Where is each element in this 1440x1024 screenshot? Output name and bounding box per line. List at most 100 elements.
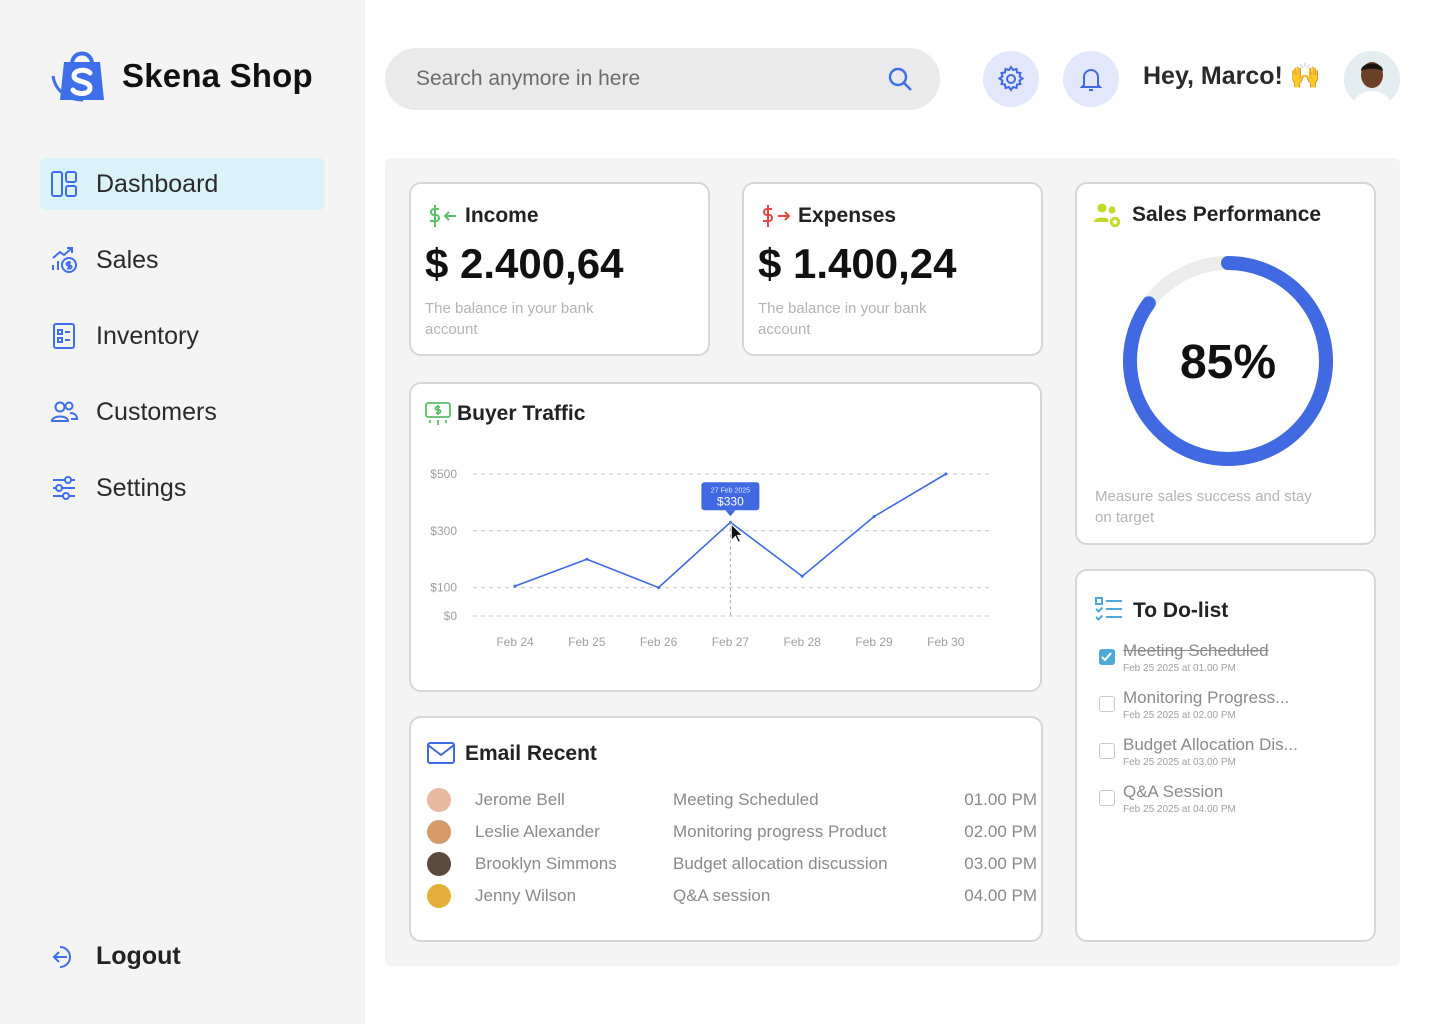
gear-icon — [997, 65, 1025, 92]
todo-title: To Do-list — [1133, 599, 1229, 622]
inventory-icon — [50, 322, 78, 350]
email-row[interactable]: Leslie Alexander Monitoring progress Pro… — [427, 816, 1037, 848]
todo-checkbox-checked[interactable] — [1099, 649, 1115, 665]
email-sender: Brooklyn Simmons — [475, 854, 617, 873]
email-sender: Leslie Alexander — [475, 822, 600, 841]
email-row[interactable]: Jenny Wilson Q&A session 04.00 PM — [427, 880, 1037, 912]
checklist-icon — [1095, 597, 1122, 621]
expenses-amount: $ 1.400,24 — [758, 240, 957, 287]
sidebar-item-customers[interactable]: Customers — [40, 386, 325, 438]
expenses-arrow-dollar-icon — [763, 205, 790, 227]
sidebar-item-label: Customers — [96, 397, 217, 426]
email-time: 02.00 PM — [964, 822, 1037, 841]
y-tick-label: $500 — [430, 467, 457, 481]
tooltip-date: 27 Feb 2025 — [711, 487, 750, 494]
greeting-text: Hey, Marco! 🙌 — [1143, 62, 1321, 90]
x-tick-label: Feb 25 — [568, 635, 606, 649]
brand-name: Skena Shop — [122, 57, 313, 94]
email-sender: Jerome Bell — [475, 790, 565, 809]
dashboard-icon — [50, 170, 78, 198]
todo-item-date: Feb 25 2025 at 04.00 PM — [1123, 804, 1236, 815]
shopping-bag-logo-icon — [51, 51, 104, 102]
sidebar-nav: Dashboard Sales Inventory Customers Sett… — [40, 158, 325, 538]
settings-button[interactable] — [983, 51, 1039, 107]
sidebar-item-inventory[interactable]: Inventory — [40, 310, 325, 362]
data-point — [585, 557, 589, 561]
user-avatar-icon — [1344, 51, 1400, 107]
sidebar-item-label: Sales — [96, 245, 159, 274]
email-recent-title: Email Recent — [465, 742, 597, 765]
todo-item: Monitoring Progress... Feb 25 2025 at 02… — [1097, 688, 1357, 732]
email-subject: Q&A session — [673, 886, 771, 905]
todo-item: Q&A Session Feb 25 2025 at 04.00 PM — [1097, 782, 1357, 826]
x-tick-label: Feb 28 — [784, 635, 822, 649]
team-star-icon — [1094, 203, 1122, 229]
income-card: Income $ 2.400,64 The balance in your ba… — [409, 182, 710, 356]
email-recent-card: Email Recent Jerome Bell Meeting Schedul… — [409, 716, 1043, 942]
todo-item-date: Feb 25 2025 at 01.00 PM — [1123, 663, 1236, 674]
email-time: 04.00 PM — [964, 886, 1037, 905]
todo-checkbox[interactable] — [1099, 743, 1115, 759]
income-amount: $ 2.400,64 — [425, 240, 624, 287]
data-point — [657, 586, 661, 590]
customers-icon — [50, 398, 78, 426]
income-arrow-dollar-icon — [430, 205, 456, 227]
x-tick-label: Feb 26 — [640, 635, 678, 649]
sidebar-item-dashboard[interactable]: Dashboard — [40, 158, 325, 210]
main-panel: Income $ 2.400,64 The balance in your ba… — [385, 158, 1400, 966]
buyer-traffic-chart: $500 $300 $100 $0 Feb 24 Feb 25 Feb 26 Feb 27 Fe… — [430, 467, 993, 649]
todo-item-title: Q&A Session — [1123, 782, 1224, 801]
settings-sliders-icon — [50, 474, 78, 502]
sales-performance-title: Sales Performance — [1132, 203, 1322, 226]
avatar — [427, 852, 451, 876]
income-note: The balance in your bank account — [425, 300, 594, 338]
x-tick-label: Feb 27 — [712, 635, 750, 649]
todo-item-title: Meeting Scheduled — [1123, 641, 1269, 660]
x-tick-label: Feb 29 — [855, 635, 893, 649]
todo-checkbox[interactable] — [1099, 696, 1115, 712]
search-input[interactable] — [416, 67, 876, 91]
email-row[interactable]: Brooklyn Simmons Budget allocation discu… — [427, 848, 1037, 880]
todo-item: Meeting Scheduled Feb 25 2025 at 01.00 P… — [1097, 641, 1357, 685]
sidebar-item-label: Dashboard — [96, 169, 219, 198]
search-icon[interactable] — [886, 65, 914, 93]
email-subject: Budget allocation discussion — [673, 854, 888, 873]
todo-item-date: Feb 25 2025 at 03.00 PM — [1123, 757, 1236, 768]
logout-button[interactable]: Logout — [50, 942, 181, 971]
todo-item: Budget Allocation Dis... Feb 25 2025 at … — [1097, 735, 1357, 779]
expenses-title: Expenses — [798, 204, 897, 227]
sidebar-item-settings[interactable]: Settings — [40, 462, 325, 514]
data-point — [872, 515, 876, 519]
email-subject: Monitoring progress Product — [673, 822, 887, 841]
y-tick-label: $300 — [430, 524, 457, 538]
search-bar — [385, 48, 940, 110]
email-time: 03.00 PM — [964, 854, 1037, 873]
data-point — [944, 472, 948, 476]
user-avatar[interactable] — [1344, 51, 1400, 107]
sidebar-item-label: Inventory — [96, 321, 199, 350]
todo-item-title: Monitoring Progress... — [1123, 688, 1290, 707]
mail-icon — [427, 742, 455, 764]
data-point — [513, 584, 517, 588]
x-tick-label: Feb 30 — [927, 635, 965, 649]
tooltip-pointer — [725, 510, 736, 517]
x-tick-label: Feb 24 — [496, 635, 534, 649]
email-row[interactable]: Jerome Bell Meeting Scheduled 01.00 PM — [427, 784, 1037, 816]
todo-item-date: Feb 25 2025 at 02.00 PM — [1123, 710, 1236, 721]
email-sender: Jenny Wilson — [475, 886, 577, 905]
brand-logo[interactable]: Skena Shop — [50, 46, 313, 106]
sidebar-item-label: Settings — [96, 473, 187, 502]
income-title: Income — [465, 204, 539, 227]
buyer-traffic-card: Buyer Traffic $500 $300 $100 $0 Feb 24 Feb 25… — [409, 382, 1042, 692]
y-tick-label: $100 — [430, 581, 457, 595]
logout-label: Logout — [96, 942, 181, 970]
avatar — [427, 788, 451, 812]
sales-percent-text: 85% — [1180, 336, 1276, 389]
notifications-button[interactable] — [1063, 51, 1119, 107]
check-icon — [1101, 652, 1112, 662]
expenses-note: The balance in your bank account — [758, 300, 927, 338]
sidebar-item-sales[interactable]: Sales — [40, 234, 325, 286]
todo-checkbox[interactable] — [1099, 790, 1115, 806]
data-point — [800, 574, 804, 578]
todo-card: To Do-list Meeting Scheduled Feb 25 2025… — [1075, 569, 1376, 942]
